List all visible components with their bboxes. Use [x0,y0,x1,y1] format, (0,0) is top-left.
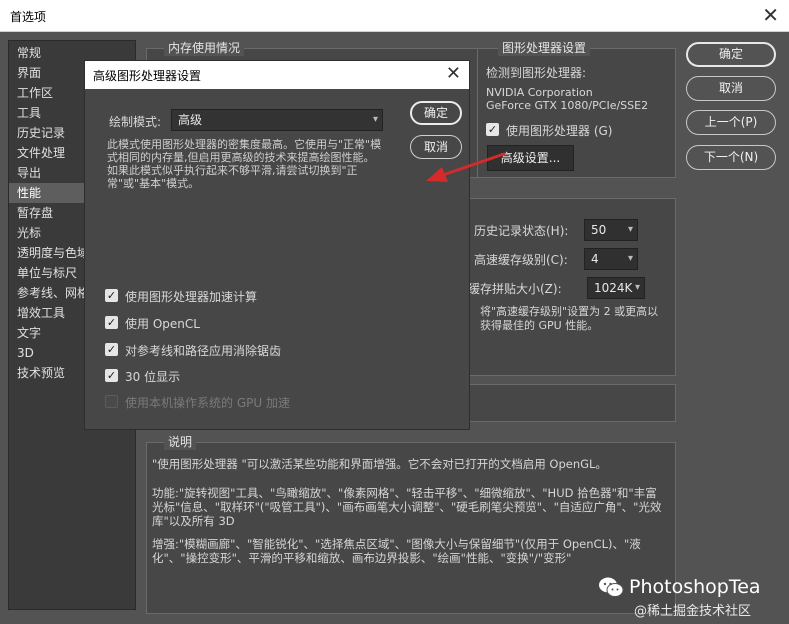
chevron-down-icon: ▾ [627,224,633,235]
description-paragraph-3: 增强:"模糊画廊"、"智能锐化"、"选择焦点区域"、"图像大小与保留细节"(仅用… [152,537,641,565]
gpu-detected-label: 检测到图形处理器: [486,66,587,80]
30bit-display-label: 30 位显示 [125,370,181,384]
native-os-gpu-label: 使用本机操作系统的 GPU 加速 [125,396,290,410]
gpu-settings-title: 图形处理器设置 [498,39,591,56]
history-states-select[interactable]: 50 ▾ [584,219,638,241]
window-close-icon[interactable]: ✕ [762,3,779,27]
cache-levels-label: 高速缓存级别(C): [474,253,568,267]
draw-mode-label: 绘制模式: [109,115,162,129]
previous-button[interactable]: 上一个(P) [686,110,776,135]
watermark-brand: PhotoshopTea [629,576,761,598]
gpu-compute-label: 使用图形处理器加速计算 [125,290,258,304]
wechat-logo-icon [598,576,624,598]
ok-button[interactable]: 确定 [686,42,776,67]
chevron-down-icon: ▾ [634,282,640,293]
opencl-checkbox[interactable]: ✓ [105,316,118,329]
description-paragraph-1: "使用图形处理器 "可以激活某些功能和界面增强。它不会对已打开的文档启用 Ope… [152,457,607,471]
gpu-vendor: NVIDIA Corporation [486,86,593,99]
gpu-compute-checkbox[interactable]: ✓ [105,289,118,302]
dialog-ok-button[interactable]: 确定 [410,101,462,125]
cache-levels-select[interactable]: 4 ▾ [584,248,638,270]
description-paragraph-2: 功能:"旋转视图"工具、"鸟瞰缩放"、"像素网格"、"轻击平移"、"细微缩放"、… [152,486,662,528]
gpu-model: GeForce GTX 1080/PCIe/SSE2 [486,99,649,112]
window-title: 首选项 [10,10,47,24]
next-button[interactable]: 下一个(N) [686,145,776,170]
native-os-gpu-checkbox [105,395,118,408]
watermark-site: @稀土掘金技术社区 [634,604,752,619]
memory-usage-title: 内存使用情况 [164,39,245,56]
chevron-down-icon: ▾ [372,114,378,125]
opencl-label: 使用 OpenCL [125,317,200,331]
dialog-titlebar: 高级图形处理器设置 ✕ [85,61,469,89]
use-gpu-label: 使用图形处理器 (G) [506,124,613,138]
history-states-value: 50 [591,223,607,237]
use-gpu-checkbox[interactable]: ✓ [486,123,499,136]
dialog-body: 绘制模式: 高级 ▾ 确定 取消 此模式使用图形处理器的密集度最高。它使用与"正常… [85,89,469,429]
draw-mode-value: 高级 [178,113,203,127]
antialias-guides-checkbox[interactable]: ✓ [105,343,118,356]
cache-tile-size-label: 缓存拼贴大小(Z): [468,282,562,296]
draw-mode-description: 此模式使用图形处理器的密集度最高。它使用与"正常"模式相同的内存量,但启用更高级… [107,138,382,190]
window-titlebar: 首选项 ✕ [0,0,789,32]
draw-mode-select[interactable]: 高级 ▾ [171,109,383,131]
dialog-close-icon[interactable]: ✕ [446,63,461,84]
cancel-button[interactable]: 取消 [686,76,776,101]
advanced-gpu-settings-dialog: 高级图形处理器设置 ✕ 绘制模式: 高级 ▾ 确定 取消 此模式使用图形处理器的密… [84,60,470,430]
annotation-arrow [426,152,506,182]
description-title: 说明 [164,433,197,450]
history-states-label: 历史记录状态(H): [474,224,569,238]
cache-tile-size-value: 1024K [594,281,633,295]
30bit-display-checkbox[interactable]: ✓ [105,369,118,382]
cache-levels-hint: 将"高速缓存级别"设置为 2 或更高以获得最佳的 GPU 性能。 [480,305,659,332]
dialog-title: 高级图形处理器设置 [93,69,202,83]
antialias-guides-label: 对参考线和路径应用消除锯齿 [125,344,282,358]
chevron-down-icon: ▾ [627,253,633,264]
cache-levels-value: 4 [591,252,599,266]
cache-tile-size-select[interactable]: 1024K ▾ [587,277,645,299]
